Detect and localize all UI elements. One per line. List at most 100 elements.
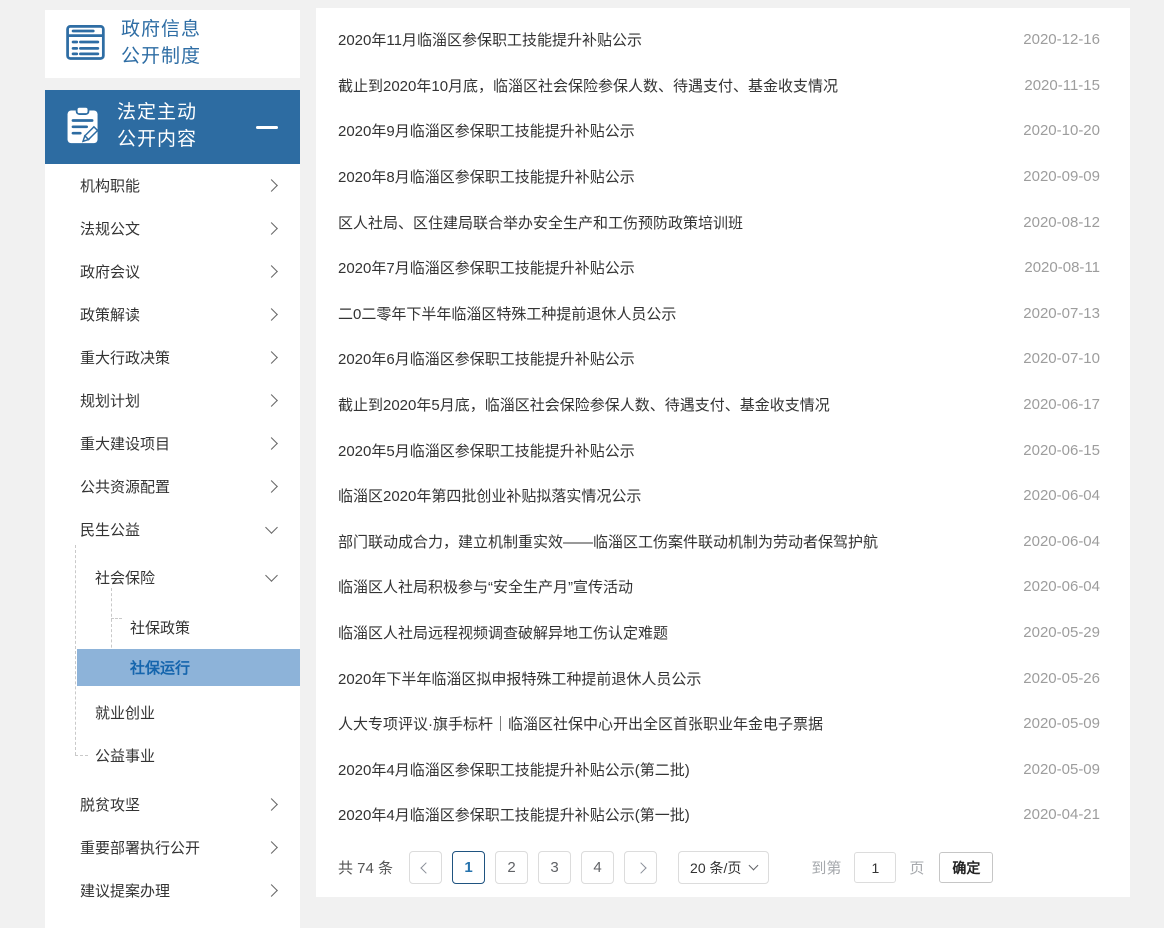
page-button-4[interactable]: 4 [581,851,614,884]
article-row[interactable]: 部门联动成合力，建立机制重实效——临淄区工伤案件联动机制为劳动者保驾护航 2020… [316,519,1130,565]
article-row[interactable]: 2020年6月临淄区参保职工技能提升补贴公示 2020-07-10 [316,336,1130,382]
article-date: 2020-07-10 [1003,350,1100,367]
prev-page-button[interactable] [409,851,442,884]
article-link[interactable]: 2020年9月临淄区参保职工技能提升补贴公示 [338,120,635,141]
article-row[interactable]: 二0二零年下半年临淄区特殊工种提前退休人员公示2020-07-13 [316,291,1130,337]
sidebar-item-label: 法规公文 [80,218,140,239]
article-link[interactable]: 2020年6月临淄区参保职工技能提升补贴公示 [338,348,635,369]
sidebar-item-label: 就业创业 [95,702,155,723]
sidebar-item-3[interactable]: 政策解读 [45,293,300,336]
sidebar-item-label: 脱贫攻坚 [80,794,140,815]
article-date: 2020-06-15 [1003,442,1100,459]
article-row[interactable]: 2020年9月临淄区参保职工技能提升补贴公示2020-10-20 [316,108,1130,154]
article-link[interactable]: 临淄区人社局远程视频调查破解异地工伤认定难题 [338,622,668,643]
article-link[interactable]: 2020年4月临淄区参保职工技能提升补贴公示(第一批) [338,804,690,825]
sidebar-header-info-disclosure[interactable]: 政府信息 公开制度 [45,10,300,78]
article-link[interactable]: 二0二零年下半年临淄区特殊工种提前退休人员公示 [338,303,676,324]
article-link[interactable]: 人大专项评议·旗手标杆｜临淄区社保中心开出全区首张职业年金电子票据 [338,713,823,734]
document-lines-icon [63,21,107,68]
article-list: 2020年11月临淄区参保职工技能提升补贴公示 2020-12-16 截止到2020… [316,8,1130,838]
article-date: 2020-04-21 [1003,806,1100,823]
article-row[interactable]: 2020年4月临淄区参保职工技能提升补贴公示(第二批)2020-05-09 [316,747,1130,793]
chevron-right-icon [265,394,278,407]
article-link[interactable]: 临淄区人社局积极参与“安全生产月”宣传活动 [338,576,633,597]
sidebar-item-6[interactable]: 重大建设项目 [45,422,300,465]
sidebar-item-15[interactable]: 重要部署执行公开 [45,826,300,869]
article-link[interactable]: 临淄区2020年第四批创业补贴拟落实情况公示 [338,485,641,506]
article-date: 2020-08-11 [1004,259,1100,276]
sidebar-item-0[interactable]: 机构职能 [45,164,300,207]
sidebar-item-12[interactable]: 就业创业 [45,691,300,734]
article-row[interactable]: 区人社局、区住建局联合举办安全生产和工伤预防政策培训班2020-08-12 [316,199,1130,245]
sidebar-item-16[interactable]: 建议提案办理 [45,869,300,912]
minus-icon[interactable] [256,126,278,129]
article-link[interactable]: 区人社局、区住建局联合举办安全生产和工伤预防政策培训班 [338,212,743,233]
total-count: 共 74 条 [338,857,393,878]
chevron-right-icon [265,437,278,450]
chevron-left-icon [420,862,431,873]
article-row[interactable]: 2020年8月临淄区参保职工技能提升补贴公示 2020-09-09 [316,154,1130,200]
chevron-right-icon [265,798,278,811]
sidebar-header-info-title: 政府信息 公开制度 [121,17,201,70]
article-row[interactable]: 临淄区人社局积极参与“安全生产月”宣传活动 2020-06-04 [316,564,1130,610]
page-button-3[interactable]: 3 [538,851,571,884]
article-date: 2020-06-04 [1003,578,1100,595]
sidebar-item-label: 社保运行 [130,657,190,678]
article-link[interactable]: 2020年5月临淄区参保职工技能提升补贴公示 [338,440,635,461]
sidebar-item-2[interactable]: 政府会议 [45,250,300,293]
page-button-2[interactable]: 2 [495,851,528,884]
article-row[interactable]: 人大专项评议·旗手标杆｜临淄区社保中心开出全区首张职业年金电子票据2020-05… [316,701,1130,747]
article-row[interactable]: 2020年下半年临淄区拟申报特殊工种提前退休人员公示2020-05-26 [316,655,1130,701]
sidebar-item-11[interactable]: 社保运行 [77,649,300,686]
sidebar-item-label: 公共资源配置 [80,476,170,497]
sidebar-header-legal-disclosure[interactable]: 法定主动 公开内容 [45,90,300,164]
page-button-1[interactable]: 1 [452,851,485,884]
chevron-right-icon [635,862,646,873]
sidebar-item-5[interactable]: 规划计划 [45,379,300,422]
page-size-select[interactable]: 20 条/页 [678,851,769,884]
sidebar-item-9[interactable]: 社会保险 [45,556,300,599]
article-row[interactable]: 2020年7月临淄区参保职工技能提升补贴公示 2020-08-11 [316,245,1130,291]
sidebar-item-label: 社会保险 [95,567,155,588]
chevron-right-icon [265,884,278,897]
confirm-button[interactable]: 确定 [939,852,993,883]
article-date: 2020-09-09 [1003,168,1100,185]
sidebar-menu: 机构职能法规公文政府会议政策解读重大行政决策规划计划重大建设项目公共资源配置民生… [45,164,300,928]
article-date: 2020-06-04 [1003,533,1100,550]
goto-label: 到第 [811,857,841,878]
article-row[interactable]: 截止到2020年5月底，临淄区社会保险参保人数、待遇支付、基金收支情况2020-… [316,382,1130,428]
content-panel: 2020年11月临淄区参保职工技能提升补贴公示 2020-12-16 截止到2020… [316,8,1130,897]
sidebar-item-label: 政策解读 [80,304,140,325]
caret-down-icon [749,861,759,871]
sidebar-item-4[interactable]: 重大行政决策 [45,336,300,379]
article-link[interactable]: 2020年11月临淄区参保职工技能提升补贴公示 [338,29,642,50]
article-link[interactable]: 部门联动成合力，建立机制重实效——临淄区工伤案件联动机制为劳动者保驾护航 [338,531,878,552]
article-link[interactable]: 2020年7月临淄区参保职工技能提升补贴公示 [338,257,635,278]
goto-page-input[interactable] [854,852,896,883]
article-row[interactable]: 临淄区2020年第四批创业补贴拟落实情况公示2020-06-04 [316,473,1130,519]
sidebar-item-8[interactable]: 民生公益 [45,508,300,551]
article-row[interactable]: 临淄区人社局远程视频调查破解异地工伤认定难题 2020-05-29 [316,610,1130,656]
sidebar-item-label: 重大行政决策 [80,347,170,368]
article-link[interactable]: 截止到2020年5月底，临淄区社会保险参保人数、待遇支付、基金收支情况 [338,394,830,415]
chevron-right-icon [265,222,278,235]
article-link[interactable]: 截止到2020年10月底，临淄区社会保险参保人数、待遇支付、基金收支情况 [338,75,838,96]
article-link[interactable]: 2020年4月临淄区参保职工技能提升补贴公示(第二批) [338,759,690,780]
sidebar-item-1[interactable]: 法规公文 [45,207,300,250]
article-link[interactable]: 2020年下半年临淄区拟申报特殊工种提前退休人员公示 [338,668,701,689]
sidebar-item-7[interactable]: 公共资源配置 [45,465,300,508]
article-date: 2020-05-29 [1003,624,1100,641]
sidebar-item-13[interactable]: 公益事业 [45,734,300,777]
sidebar-item-10[interactable]: 社保政策 [45,606,300,649]
sidebar-item-label: 重要部署执行公开 [80,837,200,858]
sidebar-item-14[interactable]: 脱贫攻坚 [45,783,300,826]
article-row[interactable]: 2020年4月临淄区参保职工技能提升补贴公示(第一批) 2020-04-21 [316,792,1130,838]
article-row[interactable]: 2020年5月临淄区参保职工技能提升补贴公示 2020-06-15 [316,427,1130,473]
goto-unit-label: 页 [909,857,924,878]
article-date: 2020-12-16 [1003,31,1100,48]
next-page-button[interactable] [624,851,657,884]
chevron-down-icon [265,569,278,582]
article-row[interactable]: 截止到2020年10月底，临淄区社会保险参保人数、待遇支付、基金收支情况2020… [316,63,1130,109]
article-row[interactable]: 2020年11月临淄区参保职工技能提升补贴公示 2020-12-16 [316,17,1130,63]
article-link[interactable]: 2020年8月临淄区参保职工技能提升补贴公示 [338,166,635,187]
